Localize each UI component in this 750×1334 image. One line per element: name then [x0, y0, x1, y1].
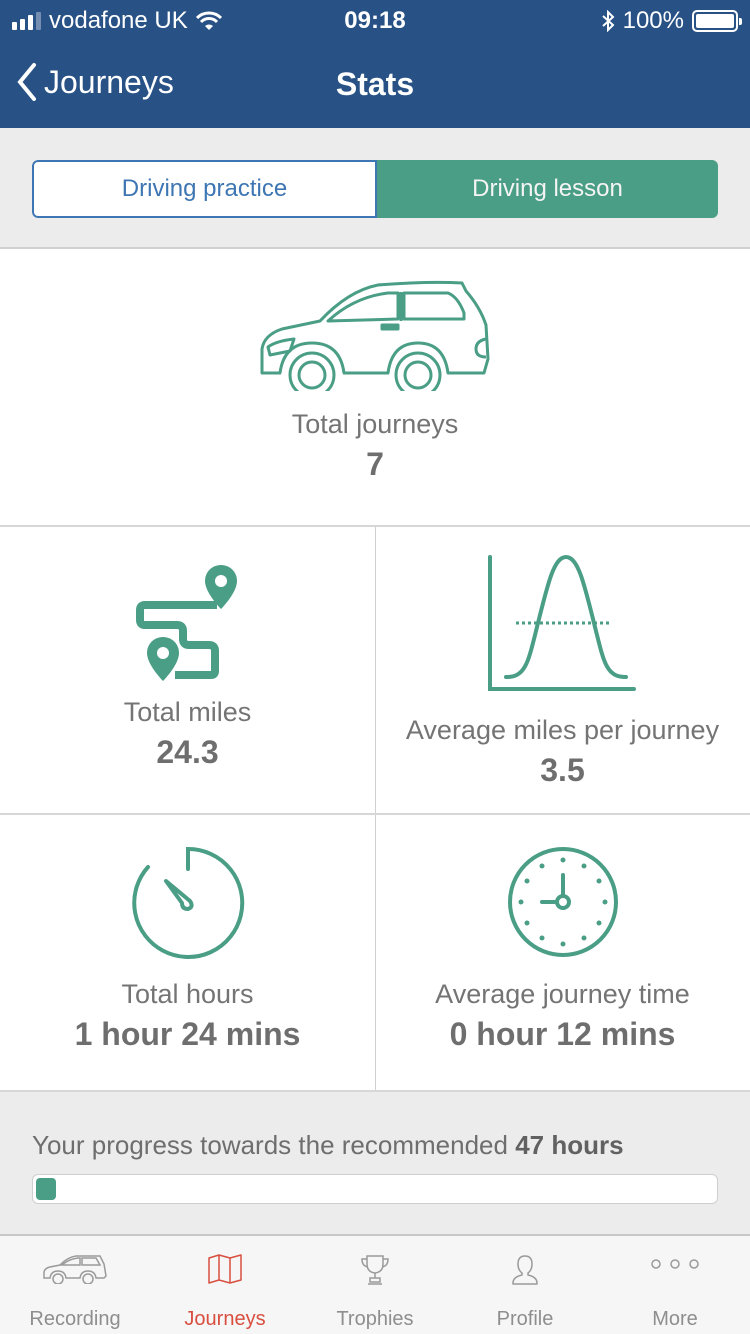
back-button[interactable]: Journeys — [16, 62, 174, 102]
tab-bar: Recording Journeys Trophies Profile More — [0, 1236, 750, 1334]
more-dots-icon — [651, 1259, 699, 1269]
progress-bar — [32, 1174, 718, 1204]
battery-percent: 100% — [622, 7, 684, 34]
tab-trophies-label: Trophies — [336, 1308, 414, 1330]
tab-profile[interactable]: Profile — [450, 1236, 600, 1334]
avg-time-label: Average journey time — [435, 979, 690, 1009]
battery-icon — [692, 10, 742, 32]
navigation-bar: vodafone UK 09:18 100% Journeys Stats — [0, 0, 750, 128]
grid-divider-horizontal — [0, 813, 750, 815]
avg-time-value: 0 hour 12 mins — [449, 1016, 676, 1052]
status-bar: vodafone UK 09:18 100% — [0, 0, 750, 40]
person-icon — [512, 1255, 538, 1285]
map-icon — [208, 1254, 242, 1284]
segmented-control: Driving practice Driving lesson — [32, 160, 718, 218]
car-icon — [43, 1255, 107, 1284]
clock-icon — [508, 847, 618, 957]
progress-text-prefix: Your progress towards the recommended — [32, 1130, 516, 1160]
car-icon — [260, 280, 490, 391]
chevron-left-icon — [17, 63, 36, 101]
stopwatch-icon — [132, 846, 245, 959]
tab-journeys[interactable]: Journeys — [150, 1236, 300, 1334]
route-map-icon — [136, 565, 237, 681]
bluetooth-icon — [601, 10, 615, 32]
tab-journeys-label: Journeys — [184, 1308, 266, 1330]
segment-driving-practice[interactable]: Driving practice — [32, 160, 377, 218]
total-miles-value: 24.3 — [156, 734, 219, 770]
trophy-icon — [361, 1255, 389, 1285]
total-journeys-value: 7 — [366, 446, 384, 482]
progress-text: Your progress towards the recommended 47… — [32, 1130, 624, 1161]
segment-section: Driving practice Driving lesson — [0, 128, 750, 249]
total-journeys-label: Total journeys — [291, 409, 459, 439]
segment-driving-lesson[interactable]: Driving lesson — [377, 160, 718, 218]
tab-trophies[interactable]: Trophies — [300, 1236, 450, 1334]
avg-miles-value: 3.5 — [540, 752, 585, 788]
back-label: Journeys — [44, 63, 174, 100]
stats-grid: Total miles 24.3 Average miles per journ… — [0, 527, 750, 1092]
tab-profile-label: Profile — [496, 1308, 554, 1330]
avg-miles-label: Average miles per journey — [405, 715, 720, 745]
tab-more-label: More — [652, 1308, 698, 1330]
total-journeys-card: Total journeys 7 — [0, 249, 750, 527]
progress-section: Your progress towards the recommended 47… — [0, 1092, 750, 1236]
tab-recording[interactable]: Recording — [0, 1236, 150, 1334]
total-miles-label: Total miles — [123, 697, 252, 727]
progress-target: 47 hours — [515, 1130, 624, 1160]
progress-fill — [36, 1178, 57, 1200]
total-hours-value: 1 hour 24 mins — [74, 1016, 301, 1052]
total-hours-label: Total hours — [121, 979, 254, 1009]
tab-recording-label: Recording — [29, 1308, 121, 1330]
bell-curve-icon — [488, 554, 636, 691]
tab-more[interactable]: More — [600, 1236, 750, 1334]
